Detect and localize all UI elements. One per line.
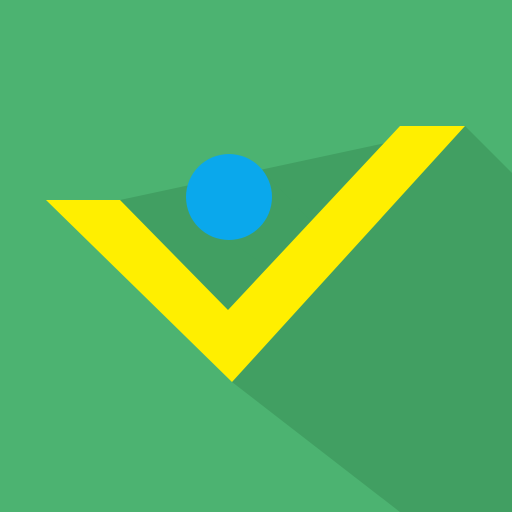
dot-icon bbox=[186, 154, 272, 240]
app-logo-icon bbox=[0, 0, 512, 512]
